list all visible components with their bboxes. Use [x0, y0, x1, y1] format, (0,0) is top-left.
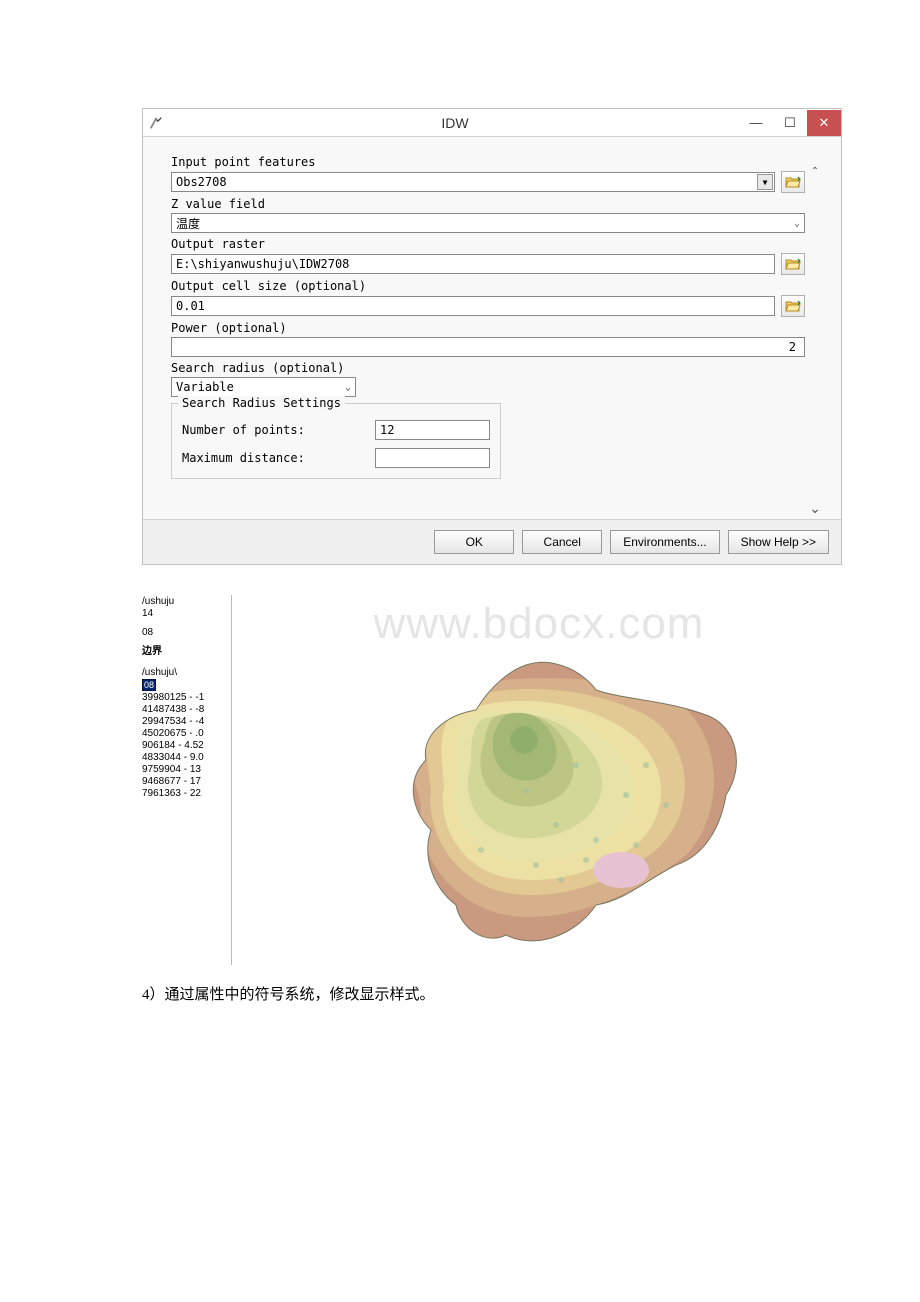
minimize-button[interactable]: —: [739, 110, 773, 136]
idw-dialog: IDW — ☐ ✕ Input point features Obs2708 ▼: [142, 108, 842, 565]
power-input[interactable]: [171, 337, 805, 357]
scroll-area[interactable]: ꞈ ⌄: [805, 151, 821, 519]
toc-item[interactable]: 14: [142, 608, 229, 619]
toc-class[interactable]: 41487438 - -8: [142, 704, 229, 715]
cellsize-label: Output cell size (optional): [171, 279, 805, 293]
zvalue-combo[interactable]: 温度 ⌄: [171, 213, 805, 233]
chevron-down-icon[interactable]: ▼: [757, 174, 773, 190]
map-canvas[interactable]: www.bdocx.com: [236, 595, 842, 965]
toc-item[interactable]: 边界: [142, 642, 229, 657]
titlebar: IDW — ☐ ✕: [143, 109, 841, 137]
dialog-footer: OK Cancel Environments... Show Help >>: [143, 519, 841, 564]
footnote-text: 4）通过属性中的符号系统，修改显示样式。: [142, 983, 842, 1004]
maxdist-input[interactable]: [375, 448, 490, 468]
fieldset-legend: Search Radius Settings: [178, 396, 345, 410]
searchradius-combo[interactable]: Variable ⌄: [171, 377, 356, 397]
browse-output-button[interactable]: [781, 253, 805, 275]
scroll-down-icon[interactable]: ⌄: [809, 500, 821, 517]
show-help-button[interactable]: Show Help >>: [728, 530, 829, 554]
input-point-label: Input point features: [171, 155, 805, 169]
searchradius-value: Variable: [176, 380, 234, 394]
output-raster-label: Output raster: [171, 237, 805, 251]
toc-selected[interactable]: 08: [142, 679, 156, 691]
toc-class[interactable]: 9468677 - 17: [142, 776, 229, 787]
watermark-text: www.bdocx.com: [374, 599, 705, 649]
tool-icon: [149, 116, 163, 130]
cellsize-input[interactable]: [171, 296, 775, 316]
cancel-button[interactable]: Cancel: [522, 530, 602, 554]
search-radius-settings: Search Radius Settings Number of points:…: [171, 403, 501, 479]
toc-class[interactable]: 29947534 - -4: [142, 716, 229, 727]
toc-item[interactable]: /ushuju: [142, 596, 229, 607]
output-raster-input[interactable]: [171, 254, 775, 274]
toc-item[interactable]: 08: [142, 627, 229, 638]
window-buttons: — ☐ ✕: [739, 110, 841, 136]
numpoints-input[interactable]: [375, 420, 490, 440]
numpoints-label: Number of points:: [182, 423, 365, 437]
chevron-down-icon[interactable]: ⌄: [794, 218, 800, 229]
input-point-combo[interactable]: Obs2708 ▼: [171, 172, 775, 192]
maximize-button[interactable]: ☐: [773, 110, 807, 136]
browse-cellsize-button[interactable]: [781, 295, 805, 317]
chevron-down-icon[interactable]: ⌄: [345, 382, 351, 393]
folder-open-icon: [785, 299, 801, 313]
folder-open-icon: [785, 175, 801, 189]
toc-class[interactable]: 4833044 - 9.0: [142, 752, 229, 763]
toc-panel: /ushuju 14 08 边界 /ushuju\ 08 39980125 - …: [142, 595, 232, 965]
dialog-title: IDW: [171, 115, 739, 131]
close-button[interactable]: ✕: [807, 110, 841, 136]
toc-class[interactable]: 9759904 - 13: [142, 764, 229, 775]
environments-button[interactable]: Environments...: [610, 530, 719, 554]
power-label: Power (optional): [171, 321, 805, 335]
browse-input-button[interactable]: [781, 171, 805, 193]
searchradius-label: Search radius (optional): [171, 361, 805, 375]
ok-button[interactable]: OK: [434, 530, 514, 554]
folder-open-icon: [785, 257, 801, 271]
maxdist-label: Maximum distance:: [182, 451, 365, 465]
toc-item[interactable]: /ushuju\: [142, 667, 229, 678]
toc-class[interactable]: 45020675 - .0: [142, 728, 229, 739]
toc-class[interactable]: 7961363 - 22: [142, 788, 229, 799]
raster-map: [326, 645, 756, 955]
dialog-body: Input point features Obs2708 ▼ Z v: [143, 137, 841, 519]
scroll-up-icon[interactable]: ꞈ: [813, 153, 818, 169]
toc-class[interactable]: 39980125 - -1: [142, 692, 229, 703]
toc-class[interactable]: 906184 - 4.52: [142, 740, 229, 751]
zvalue-label: Z value field: [171, 197, 805, 211]
zvalue-value: 温度: [176, 215, 200, 232]
input-point-value: Obs2708: [176, 175, 227, 189]
